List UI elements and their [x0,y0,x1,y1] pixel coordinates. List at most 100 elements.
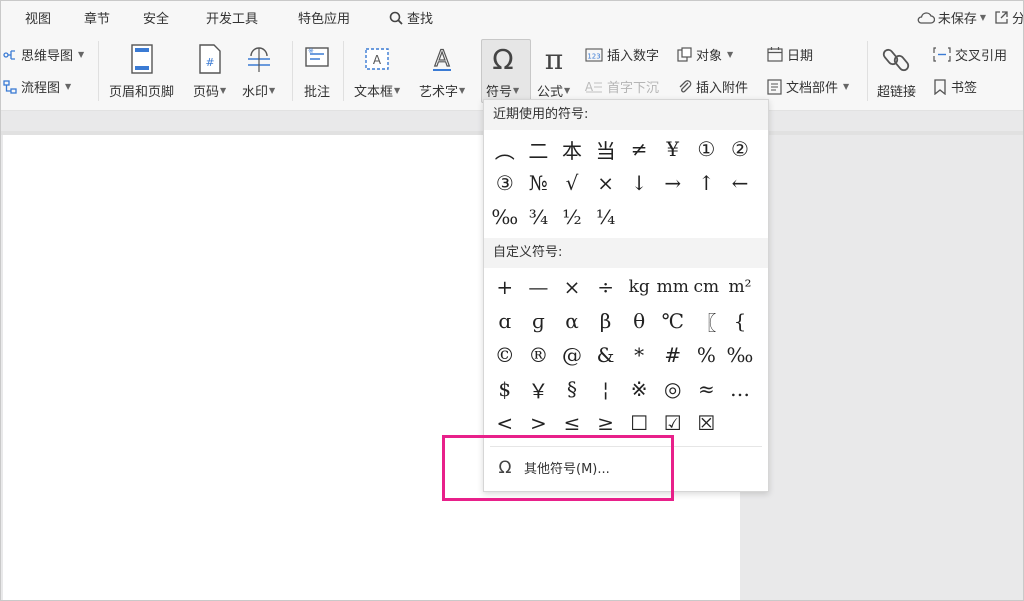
recent-symbol-cell[interactable]: ½ [555,200,589,234]
textbox-label: 文本框 [354,85,394,100]
menu-chapter[interactable]: 章节 [84,8,110,27]
custom-symbol-cell[interactable]: ÷ [589,270,623,304]
recent-symbol-cell[interactable]: → [656,166,690,200]
custom-symbol-cell[interactable]: m² [723,270,757,304]
custom-symbol-cell[interactable]: % [690,338,724,372]
page-number-button[interactable]: # 页码 ▼ [193,43,226,100]
cross-reference-button[interactable]: 交叉引用 [933,45,1007,64]
menu-special-apps[interactable]: 特色应用 [298,8,350,27]
custom-symbol-cell[interactable]: ≤ [555,406,589,440]
unsaved-label: 未保存 [937,12,977,27]
recent-symbol-cell[interactable]: ≠ [622,132,656,166]
custom-symbol-cell[interactable]: cm [690,270,724,304]
custom-symbol-cell[interactable]: { [723,304,757,338]
menu-security[interactable]: 安全 [143,8,169,27]
bookmark-button[interactable]: 书签 [933,77,977,96]
custom-symbol-cell[interactable]: ￥ [522,372,556,406]
textbox-button[interactable]: A 文本框 ▼ [354,43,400,100]
more-symbols-item[interactable]: Ω 其他符号(M)... [484,449,768,485]
custom-symbol-cell[interactable]: # [656,338,690,372]
recent-symbol-cell[interactable]: ︵ [488,132,522,166]
custom-symbol-cell[interactable]: … [723,372,757,406]
ribbon-separator [292,41,293,101]
object-button[interactable]: 对象 ▼ [677,45,733,64]
paperclip-icon [679,80,692,93]
recent-symbol-cell[interactable]: × [589,166,623,200]
symbol-button[interactable]: Ω 符号 ▼ [486,43,519,100]
watermark-button[interactable]: 水印 ▼ [242,43,275,100]
custom-symbol-cell[interactable]: ℃ [656,304,690,338]
custom-symbol-cell[interactable]: @ [555,338,589,372]
recent-symbol-cell[interactable]: ↑ [690,166,724,200]
recent-symbol-cell[interactable]: 本 [555,132,589,166]
recent-symbol-cell[interactable]: 二 [522,132,556,166]
custom-symbol-cell[interactable]: ‰ [723,338,757,372]
custom-symbol-cell[interactable]: ☐ [622,406,656,440]
doc-parts-icon [767,78,782,95]
recent-symbol-cell[interactable]: ← [723,166,757,200]
formula-button[interactable]: π 公式 ▼ [537,43,570,100]
custom-symbol-cell[interactable]: × [555,270,589,304]
recent-symbol-cell[interactable]: ¥ [656,132,690,166]
custom-symbol-cell[interactable]: > [522,406,556,440]
recent-symbol-cell[interactable]: № [522,166,556,200]
custom-symbol-cell[interactable]: * [622,338,656,372]
custom-symbol-cell[interactable]: ☒ [690,406,724,440]
comment-button[interactable]: ※ 批注 [303,43,331,100]
custom-symbol-cell[interactable]: — [522,270,556,304]
custom-symbol-cell[interactable]: θ [622,304,656,338]
custom-symbol-cell[interactable]: ɑ [488,304,522,338]
unsaved-status[interactable]: 未保存 ▼ [917,8,986,27]
recent-symbol-cell[interactable]: √ [555,166,589,200]
menu-view[interactable]: 视图 [25,8,51,27]
custom-symbol-cell[interactable]: ◎ [656,372,690,406]
custom-symbol-cell[interactable]: ɡ [522,304,556,338]
insert-number-button[interactable]: 123 插入数字 [585,45,659,64]
recent-symbol-cell[interactable]: ↓ [622,166,656,200]
flowchart-button[interactable]: 流程图 ▼ [3,77,71,96]
calendar-icon [767,47,783,62]
custom-symbol-cell[interactable]: α [555,304,589,338]
custom-symbol-cell[interactable]: ¦ [589,372,623,406]
doc-parts-button[interactable]: 文档部件 ▼ [767,77,849,96]
header-footer-button[interactable]: 页眉和页脚 [109,43,174,100]
wordart-button[interactable]: A 艺术字 ▼ [419,43,465,100]
share-button[interactable]: 分 [994,8,1023,27]
menu-dev-tools[interactable]: 开发工具 [206,8,258,27]
custom-symbol-cell[interactable]: ≥ [589,406,623,440]
recent-symbol-cell[interactable]: ① [690,132,724,166]
custom-symbol-cell[interactable]: § [555,372,589,406]
custom-symbol-cell[interactable]: © [488,338,522,372]
custom-symbol-cell[interactable]: $ [488,372,522,406]
comment-label: 批注 [303,85,330,100]
custom-symbol-cell[interactable]: β [589,304,623,338]
recent-symbol-cell[interactable]: ¼ [589,200,623,234]
custom-symbol-cell[interactable]: ☑ [656,406,690,440]
custom-symbol-cell[interactable]: ® [522,338,556,372]
hyperlink-button[interactable]: 超链接 [877,43,916,100]
drop-cap-button[interactable]: A 首字下沉 [585,77,659,97]
doc-parts-label: 文档部件 [786,81,839,96]
custom-symbol-cell[interactable]: 〖 [690,304,724,338]
recent-symbol-cell[interactable]: 当 [589,132,623,166]
custom-symbol-cell[interactable]: + [488,270,522,304]
search-button[interactable]: 查找 [389,8,433,27]
custom-symbol-cell[interactable]: kg [622,270,656,304]
mindmap-button[interactable]: 思维导图 ▼ [3,45,84,64]
custom-symbol-cell[interactable]: mm [656,270,690,304]
custom-symbol-cell[interactable]: & [589,338,623,372]
svg-text:Ω: Ω [492,44,513,74]
drop-cap-icon: A [585,80,602,94]
attachment-button[interactable]: 插入附件 [677,77,748,96]
custom-symbol-cell[interactable]: ※ [622,372,656,406]
custom-symbol-cell[interactable]: ≈ [690,372,724,406]
custom-symbol-cell[interactable]: < [488,406,522,440]
recent-symbol-cell[interactable]: ② [723,132,757,166]
recent-symbol-cell[interactable]: ¾ [522,200,556,234]
recent-symbol-cell[interactable]: ③ [488,166,522,200]
recent-symbol-cell[interactable]: ‰ [488,200,522,234]
header-footer-label: 页眉和页脚 [109,85,175,100]
formula-label: 公式 [537,85,564,100]
svg-text:π: π [544,44,562,74]
date-button[interactable]: 日期 [767,45,813,64]
